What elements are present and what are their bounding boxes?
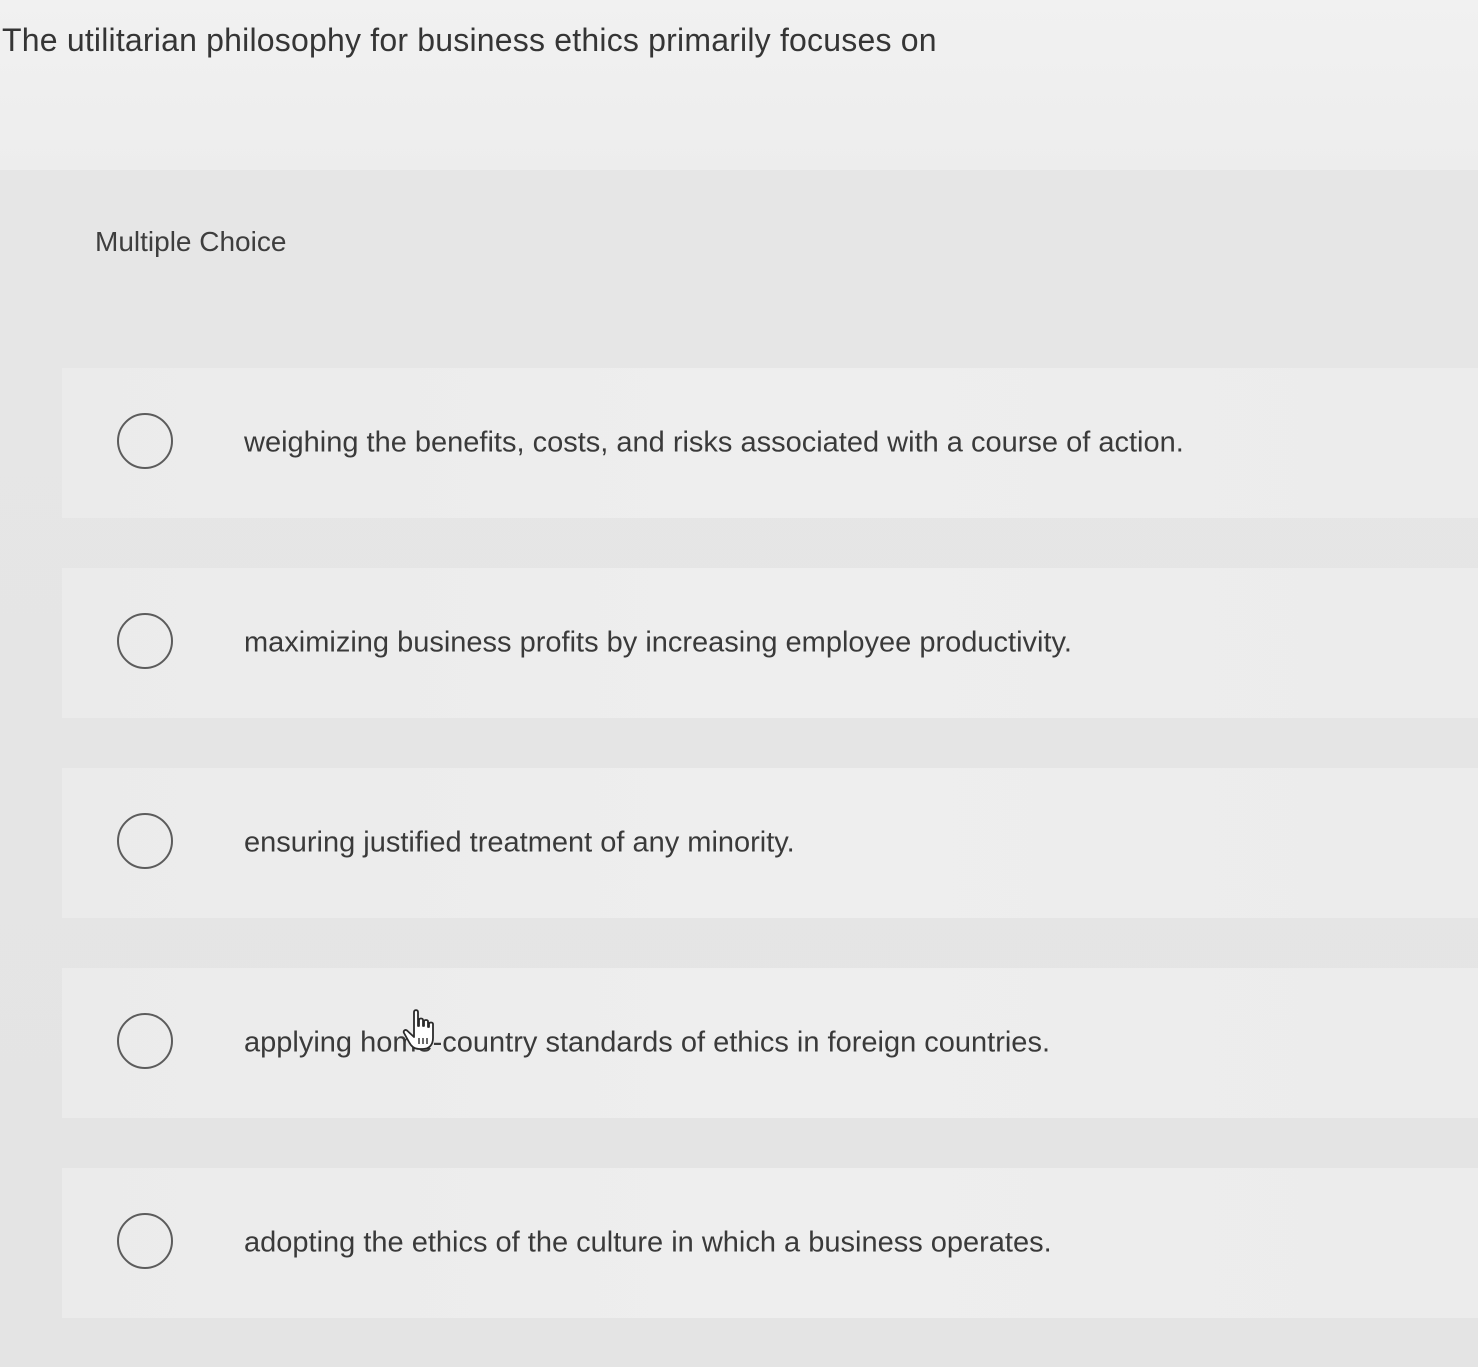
option-label[interactable]: adopting the ethics of the culture in wh…	[244, 1227, 1052, 1260]
option-row-1[interactable]: weighing the benefits, costs, and risks …	[62, 368, 1478, 518]
option-label[interactable]: maximizing business profits by increasin…	[244, 627, 1072, 660]
option-row-5[interactable]: adopting the ethics of the culture in wh…	[62, 1168, 1478, 1318]
question-text: The utilitarian philosophy for business …	[2, 22, 937, 58]
option-label[interactable]: applying home-country standards of ethic…	[244, 1027, 1050, 1060]
radio-unselected-icon[interactable]	[117, 613, 173, 669]
section-label: Multiple Choice	[95, 226, 287, 257]
option-label[interactable]: weighing the benefits, costs, and risks …	[244, 427, 1184, 460]
option-row-2[interactable]: maximizing business profits by increasin…	[62, 568, 1478, 718]
option-row-4[interactable]: applying home-country standards of ethic…	[62, 968, 1478, 1118]
hand-pointer-icon	[402, 1009, 434, 1050]
radio-unselected-icon[interactable]	[117, 1213, 173, 1269]
option-row-3[interactable]: ensuring justified treatment of any mino…	[62, 768, 1478, 918]
question-area: The utilitarian philosophy for business …	[0, 0, 1478, 170]
option-label[interactable]: ensuring justified treatment of any mino…	[244, 827, 795, 860]
radio-unselected-icon[interactable]	[117, 813, 173, 869]
radio-unselected-icon[interactable]	[117, 1013, 173, 1069]
radio-unselected-icon[interactable]	[117, 413, 173, 469]
